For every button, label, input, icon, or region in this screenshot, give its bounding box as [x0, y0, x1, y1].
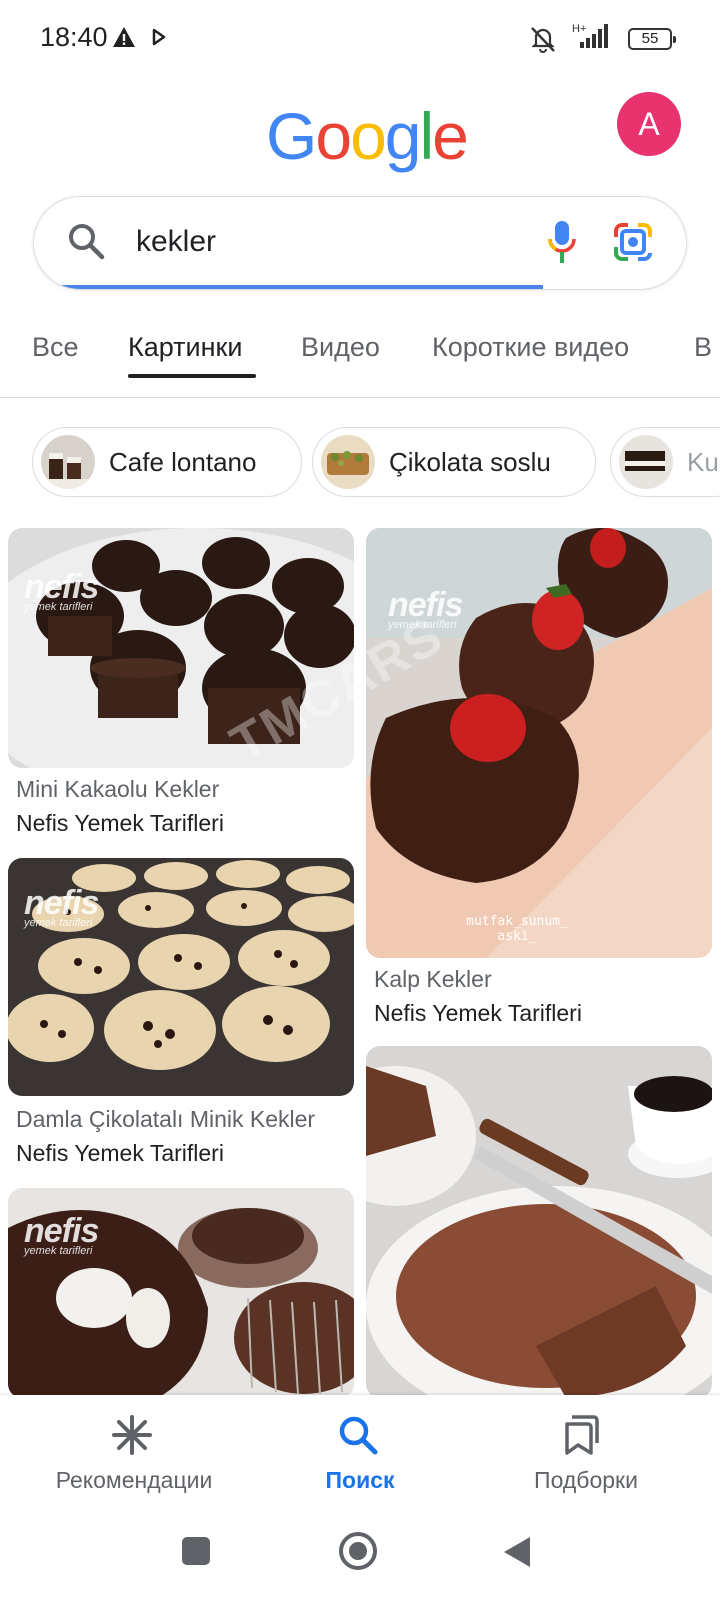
watermark-nefis: nefis yemek tarifleri	[24, 884, 99, 929]
tab-all[interactable]: Все	[32, 332, 79, 363]
tab-video[interactable]: Видео	[301, 332, 380, 363]
warning-icon	[113, 27, 135, 47]
collections-icon	[565, 1415, 599, 1455]
result-source[interactable]: Nefis Yemek Tarifleri	[16, 810, 224, 837]
search-icon	[339, 1416, 378, 1455]
logo-letter: l	[419, 99, 435, 173]
svg-text:H+: H+	[572, 23, 586, 35]
watermark-nefis: nefis yemek tarifleri	[24, 1212, 99, 1257]
battery-icon: 55	[628, 28, 676, 50]
active-tab-indicator	[128, 374, 256, 378]
back-button-icon[interactable]	[502, 1535, 532, 1569]
microphone-icon[interactable]	[546, 219, 578, 265]
chip-label: Cafe lontano	[109, 447, 257, 477]
logo-letter: o	[315, 99, 352, 173]
result-image[interactable]: nefis yemek tarifleri mutfak_sunum_ aski_	[366, 528, 712, 958]
nav-search[interactable]: Поиск	[240, 1395, 480, 1517]
result-title[interactable]: Damla Çikolatalı Minik Kekler	[16, 1106, 315, 1133]
search-bar[interactable]: kekler	[33, 196, 687, 290]
watermark-sub: yemek tarifleri	[24, 601, 93, 613]
watermark-sub: yemek tarifleri	[24, 1245, 93, 1257]
tab-more[interactable]: В	[694, 332, 712, 363]
search-input[interactable]: kekler	[136, 225, 216, 259]
tab-images[interactable]: Картинки	[128, 332, 242, 363]
chip-cafe-lontano[interactable]: Cafe lontano	[32, 427, 302, 497]
logo-letter: G	[266, 99, 317, 173]
nav-label: Поиск	[325, 1467, 395, 1493]
tab-short-videos[interactable]: Короткие видео	[432, 332, 629, 363]
result-title[interactable]: Mini Kakaolu Kekler	[16, 776, 219, 803]
result-source[interactable]: Nefis Yemek Tarifleri	[16, 1140, 224, 1167]
status-time: 18:40	[40, 22, 108, 52]
chip-thumbnail	[321, 435, 375, 489]
logo-letter: e	[432, 99, 469, 173]
signal-icon: H+	[572, 22, 612, 55]
chip-label: Çikolata soslu	[389, 447, 551, 477]
search-progress-bar	[34, 285, 543, 289]
recents-button-icon[interactable]	[180, 1535, 212, 1567]
system-navigation-bar	[0, 1517, 720, 1600]
nav-label: Подборки	[534, 1467, 638, 1493]
chip-cikolata-soslu[interactable]: Çikolata soslu	[312, 427, 596, 497]
search-tabs: Все Картинки Видео Короткие видео В	[0, 322, 720, 398]
nav-collections[interactable]: Подборки	[466, 1395, 706, 1517]
account-avatar[interactable]: A	[617, 92, 681, 156]
chip-ku[interactable]: Ku	[610, 427, 720, 497]
chip-thumbnail	[41, 435, 95, 489]
watermark-nefis: nefis yemek tarifleri	[24, 568, 99, 613]
play-icon	[152, 28, 166, 46]
google-logo[interactable]: Google	[266, 98, 469, 174]
bottom-navigation: Рекомендации Поиск Подборки	[0, 1395, 720, 1517]
image-caption: mutfak_sunum_ aski_	[466, 914, 568, 944]
result-image[interactable]: nefis yemek tarifleri	[8, 858, 354, 1096]
result-image[interactable]	[366, 1046, 712, 1398]
chip-label: Ku	[687, 447, 719, 477]
search-icon	[69, 224, 105, 260]
nav-recommendations[interactable]: Рекомендации	[14, 1395, 254, 1517]
google-lens-icon[interactable]	[612, 221, 654, 263]
status-bar: 18:40 H+ 55	[0, 0, 720, 78]
nav-label: Рекомендации	[55, 1467, 213, 1493]
logo-letter: o	[350, 99, 387, 173]
asterisk-icon	[112, 1415, 152, 1455]
watermark-sub: yemek tarifleri	[24, 917, 93, 929]
result-image[interactable]: nefis yemek tarifleri	[8, 1188, 354, 1398]
result-title[interactable]: Kalp Kekler	[374, 966, 492, 993]
home-button-icon[interactable]	[338, 1531, 378, 1571]
logo-letter: g	[384, 99, 422, 173]
chip-thumbnail	[619, 435, 673, 489]
mute-icon	[531, 27, 555, 53]
result-source[interactable]: Nefis Yemek Tarifleri	[374, 1000, 582, 1027]
